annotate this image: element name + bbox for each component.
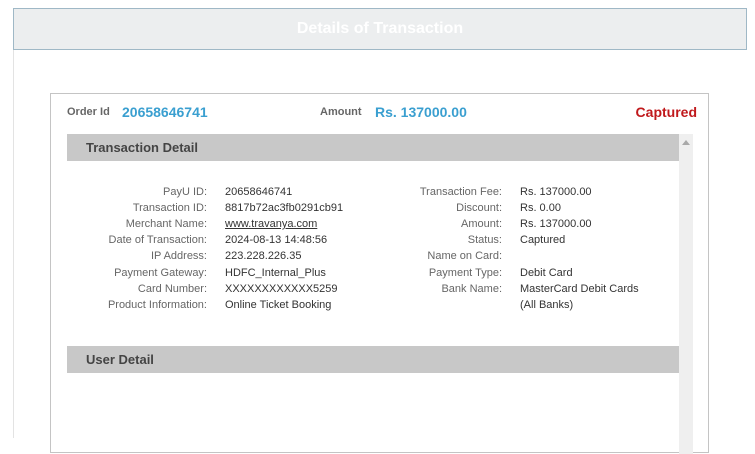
section-transaction-detail: Transaction Detail [67, 134, 679, 161]
detail-value: Rs. 137000.00 [520, 186, 592, 198]
detail-value: MasterCard Debit Cards [520, 283, 639, 295]
detail-value: (All Banks) [520, 299, 574, 311]
details-scroll-area[interactable]: Transaction Detail PayU ID: 20658646741 … [67, 134, 693, 454]
status-badge: Captured [635, 104, 697, 120]
section-title: User Detail [86, 352, 154, 367]
detail-label: Date of Transaction: [108, 234, 207, 246]
detail-label: Transaction ID: [132, 202, 207, 214]
detail-label: Bank Name: [441, 283, 502, 295]
detail-label: Amount: [461, 218, 502, 230]
detail-value [520, 249, 670, 263]
detail-label [367, 298, 502, 312]
detail-label: PayU ID: [162, 186, 207, 198]
detail-label: Name on Card: [427, 250, 502, 262]
detail-label: Merchant Name: [125, 218, 207, 230]
detail-label: IP Address: [150, 250, 207, 262]
amount-label: Amount [320, 106, 362, 118]
detail-label: Status: [467, 234, 502, 246]
transaction-summary: Order Id 20658646741 Amount Rs. 137000.0… [51, 104, 708, 128]
detail-value: Captured [520, 234, 566, 246]
section-title: Transaction Detail [86, 140, 198, 155]
detail-label: Card Number: [137, 283, 207, 295]
detail-value: Rs. 137000.00 [520, 218, 592, 230]
transaction-card: Order Id 20658646741 Amount Rs. 137000.0… [50, 93, 709, 454]
detail-label: Discount: [456, 202, 502, 214]
vertical-scrollbar[interactable] [679, 134, 693, 454]
merchant-link[interactable]: www.travanya.com [225, 217, 317, 231]
detail-value: Debit Card [520, 267, 573, 279]
amount-value: Rs. 137000.00 [375, 104, 467, 120]
outer-border [13, 50, 14, 438]
detail-label: Payment Type: [428, 267, 502, 279]
order-id-label: Order Id [67, 106, 110, 118]
detail-label: Transaction Fee: [419, 186, 502, 198]
page-header: Details of Transaction [13, 8, 747, 50]
page-title: Details of Transaction [296, 20, 464, 37]
detail-value: Rs. 0.00 [520, 202, 561, 214]
detail-label: Product Information: [107, 299, 207, 311]
section-user-detail: User Detail [67, 346, 679, 373]
scroll-up-arrow-icon[interactable] [682, 140, 690, 145]
detail-label: Payment Gateway: [114, 267, 207, 279]
order-id-value: 20658646741 [122, 104, 208, 120]
